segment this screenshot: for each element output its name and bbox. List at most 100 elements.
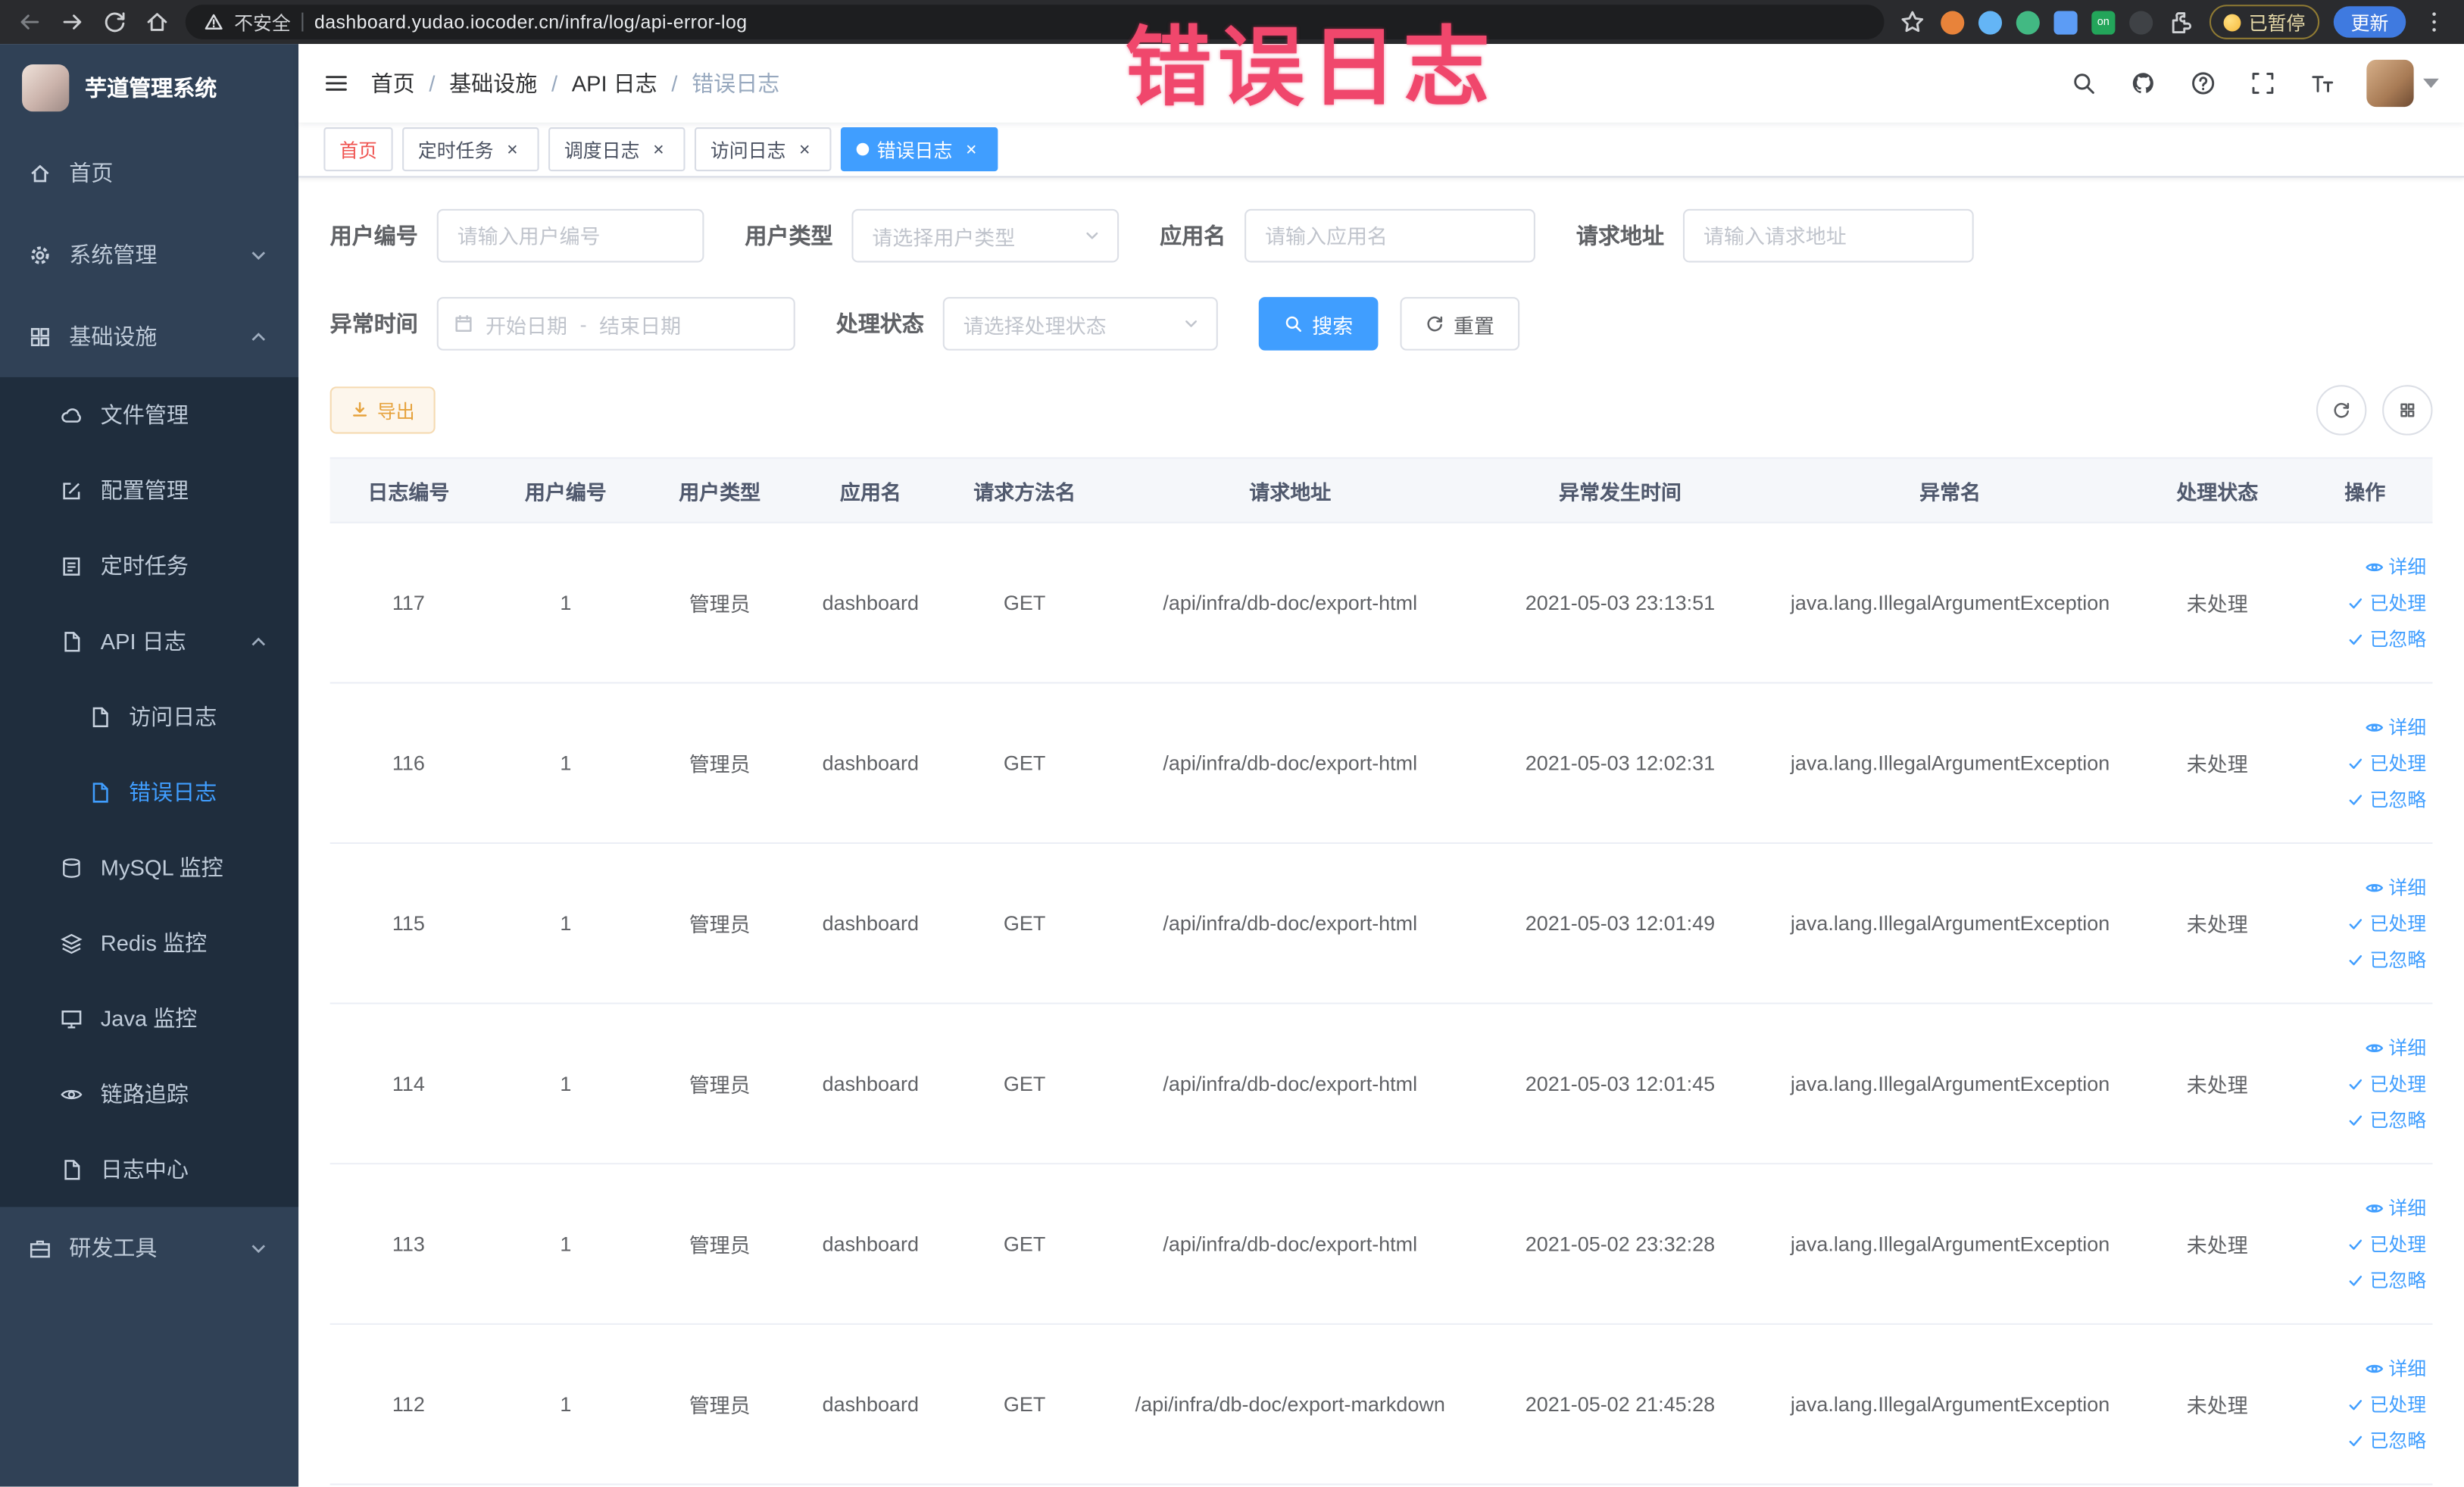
processed-link-label: 已处理 xyxy=(2369,1394,2427,1417)
cell-user-id: 1 xyxy=(560,911,572,936)
sidebar-item-log-center[interactable]: 日志中心 xyxy=(0,1132,298,1207)
tab-home[interactable]: 首页 xyxy=(323,127,393,172)
ignored-link[interactable]: 已忽略 xyxy=(2346,786,2426,812)
cell-user-id: 1 xyxy=(560,1232,572,1256)
app-name-input[interactable] xyxy=(1244,208,1535,263)
page-url[interactable]: dashboard.yudao.iocoder.cn/infra/log/api… xyxy=(314,11,748,33)
ignored-link[interactable]: 已忽略 xyxy=(2346,946,2426,973)
detail-link-label: 详细 xyxy=(2388,876,2427,899)
request-url-input[interactable] xyxy=(1682,208,1974,263)
sidebar-item-label: 系统管理 xyxy=(69,242,158,267)
close-icon[interactable] xyxy=(960,139,982,161)
column-settings-button[interactable] xyxy=(2382,385,2433,436)
sidebar-item-home[interactable]: 首页 xyxy=(0,132,298,214)
processed-link[interactable]: 已处理 xyxy=(2346,1391,2426,1417)
sidebar-item-infrastructure[interactable]: 基础设施 xyxy=(0,295,298,377)
tab-error-log[interactable]: 错误日志 xyxy=(841,127,998,172)
font-size-icon[interactable] xyxy=(2307,67,2338,98)
sidebar-item-java-monitor[interactable]: Java 监控 xyxy=(0,981,298,1057)
sidebar-item-error-log[interactable]: 错误日志 xyxy=(0,754,298,830)
detail-link[interactable]: 详细 xyxy=(2365,714,2426,740)
sidebar-item-trace[interactable]: 链路追踪 xyxy=(0,1056,298,1132)
sidebar-item-redis-monitor[interactable]: Redis 监控 xyxy=(0,905,298,981)
sidebar-item-config-mgmt[interactable]: 配置管理 xyxy=(0,452,298,528)
sidebar-item-api-log[interactable]: API 日志 xyxy=(0,604,298,679)
browser-menu-icon[interactable] xyxy=(2420,8,2448,36)
forward-button[interactable] xyxy=(58,8,86,36)
processed-link[interactable]: 已处理 xyxy=(2346,1070,2426,1097)
reset-button[interactable]: 重置 xyxy=(1400,297,1520,351)
tab-scheduled-jobs[interactable]: 定时任务 xyxy=(402,127,539,172)
extension-icon-orange[interactable] xyxy=(1941,10,1965,34)
check-icon xyxy=(2349,1239,2363,1249)
date-range-picker[interactable]: 开始日期 - 结束日期 xyxy=(436,297,795,351)
fullscreen-icon[interactable] xyxy=(2247,67,2278,98)
sidebar-item-file-mgmt[interactable]: 文件管理 xyxy=(0,377,298,453)
close-icon[interactable] xyxy=(794,139,816,161)
reload-button[interactable] xyxy=(101,8,129,36)
user-avatar[interactable] xyxy=(2366,59,2414,108)
breadcrumb-item-home[interactable]: 首页 xyxy=(371,67,450,98)
bookmark-star-icon[interactable] xyxy=(1898,8,1926,36)
sidebar-toggle-icon[interactable] xyxy=(323,70,348,95)
sidebar-item-scheduled-jobs[interactable]: 定时任务 xyxy=(0,528,298,604)
cell-exception-name: java.lang.IllegalArgumentException xyxy=(1790,751,2110,775)
ignored-link[interactable]: 已忽略 xyxy=(2346,626,2426,652)
processed-link[interactable]: 已处理 xyxy=(2346,1230,2426,1257)
url-bar[interactable]: 不安全 dashboard.yudao.iocoder.cn/infra/log… xyxy=(185,5,1885,39)
breadcrumb-item-infra[interactable]: 基础设施 xyxy=(449,67,572,98)
process-status-select[interactable]: 请选择处理状态 xyxy=(942,297,1218,351)
browser-home-button[interactable] xyxy=(143,8,171,36)
sidebar-item-system-mgmt[interactable]: 系统管理 xyxy=(0,214,298,295)
navbar-actions xyxy=(2068,59,2439,108)
check-icon xyxy=(2349,1114,2363,1125)
cell-actions: 详细 已处理 已忽略 xyxy=(2297,553,2432,652)
ignored-link[interactable]: 已忽略 xyxy=(2346,1267,2426,1293)
close-icon[interactable] xyxy=(501,139,523,161)
processed-link[interactable]: 已处理 xyxy=(2346,750,2426,776)
help-icon[interactable] xyxy=(2188,67,2219,98)
extension-icon-grid[interactable] xyxy=(2053,10,2078,34)
processed-link[interactable]: 已处理 xyxy=(2346,910,2426,936)
refresh-list-button[interactable] xyxy=(2316,385,2367,436)
processed-link[interactable]: 已处理 xyxy=(2346,589,2426,616)
detail-link[interactable]: 详细 xyxy=(2365,1195,2426,1221)
sidebar-item-access-log[interactable]: 访问日志 xyxy=(0,679,298,754)
refresh-icon xyxy=(1427,316,1443,332)
detail-link[interactable]: 详细 xyxy=(2365,1034,2426,1061)
ignored-link-label: 已忽略 xyxy=(2369,1270,2427,1292)
paused-badge[interactable]: 已暂停 xyxy=(2209,5,2320,39)
puzzle-extensions-icon[interactable] xyxy=(2167,8,2195,36)
filter-user-id: 用户编号 xyxy=(330,208,704,263)
table-row: 114 1 管理员 dashboard GET /api/infra/db-do… xyxy=(329,1004,2433,1165)
detail-link[interactable]: 详细 xyxy=(2365,873,2426,900)
user-type-select[interactable]: 请选择用户类型 xyxy=(851,208,1120,263)
search-button[interactable]: 搜索 xyxy=(1258,297,1379,351)
back-button[interactable] xyxy=(16,8,44,36)
app-logo[interactable]: 芋道管理系统 xyxy=(0,44,298,132)
ignored-link[interactable]: 已忽略 xyxy=(2346,1107,2426,1133)
github-icon[interactable] xyxy=(2128,67,2159,98)
tab-access-log[interactable]: 访问日志 xyxy=(695,127,832,172)
user-id-input[interactable] xyxy=(436,208,704,263)
detail-link[interactable]: 详细 xyxy=(2365,553,2426,579)
export-button[interactable]: 导出 xyxy=(329,386,436,434)
processed-link-label: 已处理 xyxy=(2369,752,2427,775)
ignored-link[interactable]: 已忽略 xyxy=(2346,1427,2426,1454)
sidebar-item-dev-tools[interactable]: 研发工具 xyxy=(0,1207,298,1289)
search-icon[interactable] xyxy=(2068,67,2099,98)
cell-method: GET xyxy=(1003,911,1046,936)
download-icon xyxy=(353,401,367,417)
user-menu[interactable] xyxy=(2366,59,2439,108)
extension-icon-dark[interactable] xyxy=(2129,10,2153,34)
extension-icon-blue-drop[interactable] xyxy=(1978,10,2003,34)
extension-icon-vue-devtools[interactable] xyxy=(2016,10,2040,34)
update-button[interactable]: 更新 xyxy=(2333,6,2406,38)
security-label[interactable]: 不安全 xyxy=(234,8,291,35)
tab-job-log[interactable]: 调度日志 xyxy=(548,127,685,172)
detail-link[interactable]: 详细 xyxy=(2365,1354,2426,1381)
close-icon[interactable] xyxy=(648,139,670,161)
sidebar-item-mysql-monitor[interactable]: MySQL 监控 xyxy=(0,829,298,905)
breadcrumb-item-api-log[interactable]: API 日志 xyxy=(572,67,692,98)
extension-icon-on-badge[interactable]: on xyxy=(2091,10,2116,34)
